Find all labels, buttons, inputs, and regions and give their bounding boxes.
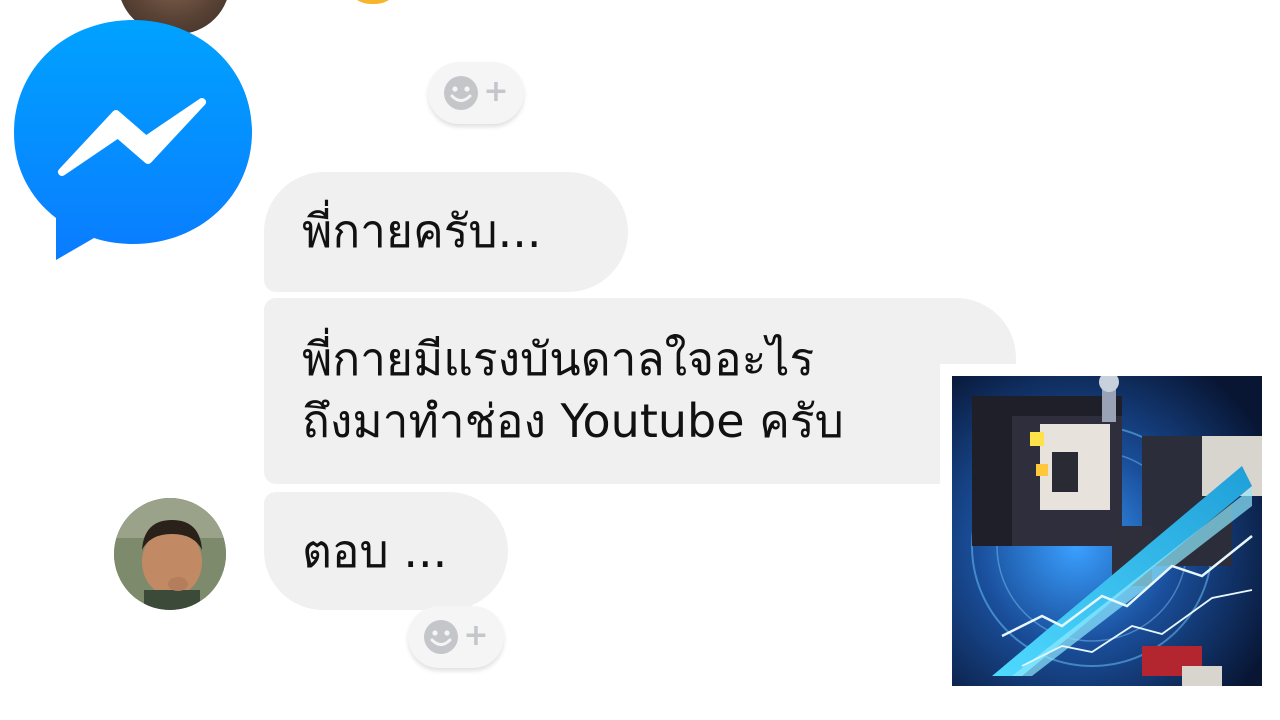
- add-reaction-button[interactable]: +: [408, 606, 504, 668]
- add-reaction-button[interactable]: +: [428, 62, 524, 124]
- message-text: พี่กายครับ...: [302, 204, 542, 258]
- messenger-icon: [14, 20, 252, 260]
- smiley-icon: [424, 620, 459, 654]
- avatar-photo: [114, 498, 226, 610]
- plus-icon: +: [483, 74, 509, 109]
- message-text: พี่กายมีแรงบันดาลใจอะไร: [302, 332, 815, 386]
- sender-avatar[interactable]: [114, 498, 226, 610]
- smiley-icon: [444, 76, 479, 110]
- chat-screen: + พี่กายครับ... พี่กายมีแรงบันดาลใจอะไร …: [0, 0, 1280, 720]
- plus-icon: +: [463, 618, 489, 653]
- previous-emoji-reaction: [345, 0, 401, 4]
- message-text: ถึงมาทำช่อง Youtube ครับ: [302, 394, 844, 448]
- message-bubble[interactable]: พี่กายมีแรงบันดาลใจอะไร ถึงมาทำช่อง Yout…: [264, 298, 1016, 484]
- channel-thumbnail-image: [952, 376, 1262, 686]
- message-bubble[interactable]: ตอบ ...: [264, 492, 508, 610]
- message-text: ตอบ ...: [302, 524, 448, 578]
- message-bubble[interactable]: พี่กายครับ...: [264, 172, 628, 292]
